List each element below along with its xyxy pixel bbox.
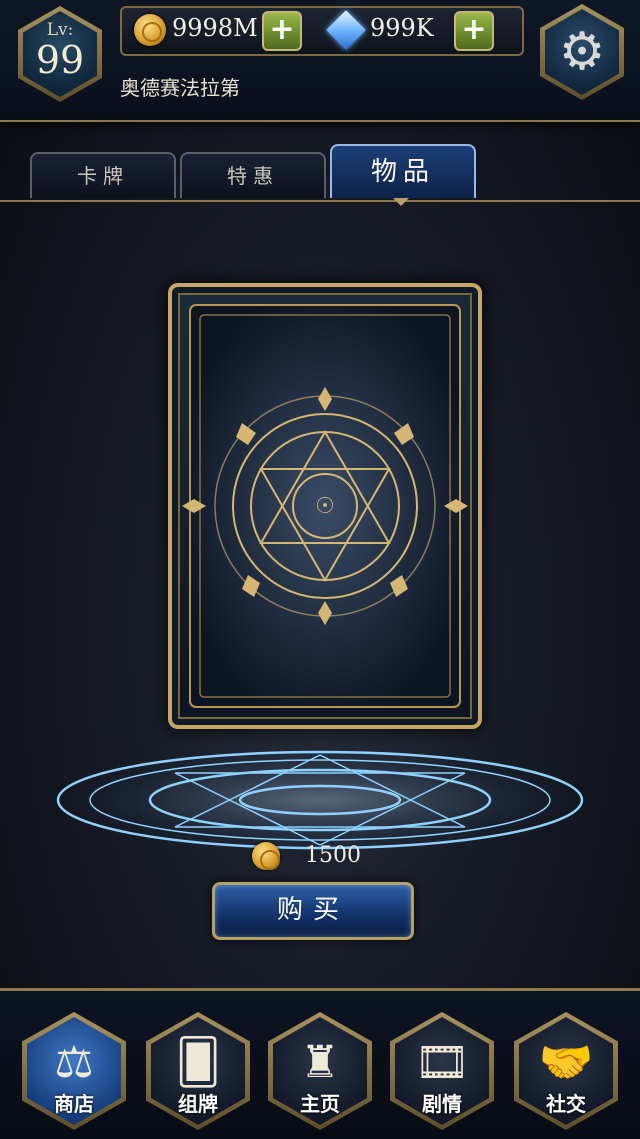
currency-bar: 9998M + 999K + xyxy=(120,6,524,56)
nav-label: 社交 xyxy=(546,1092,586,1116)
nav-home[interactable]: ♜ 主页 xyxy=(268,1012,372,1130)
gold-amount: 9998M xyxy=(172,14,258,42)
gear-icon: ⚙ xyxy=(558,22,606,82)
top-bar: Lv: 99 9998M + 999K + 奥德赛法拉第 ⚙ xyxy=(0,0,640,122)
player-name: 奥德赛法拉第 xyxy=(120,76,240,100)
nav-label: 商店 xyxy=(54,1092,94,1116)
nav-label: 主页 xyxy=(300,1092,340,1116)
price-coin-icon xyxy=(252,842,280,870)
tab-offers[interactable]: 特惠 xyxy=(180,152,326,198)
add-gems-button[interactable]: + xyxy=(454,11,494,51)
handshake-icon: 🤝 xyxy=(538,1037,594,1088)
gem-icon xyxy=(326,10,366,50)
gem-amount: 999K xyxy=(370,14,434,42)
nav-social[interactable]: 🤝 社交 xyxy=(514,1012,618,1130)
scales-icon: ⚖ xyxy=(54,1037,94,1088)
level-label: Lv: xyxy=(46,20,74,40)
card-back-art: ☉ xyxy=(182,304,468,708)
nav-story[interactable]: 🎞 剧情 xyxy=(390,1012,494,1130)
buy-button[interactable]: 购买 xyxy=(212,882,414,940)
player-level-badge[interactable]: Lv: 99 xyxy=(18,6,102,102)
nav-shop[interactable]: ⚖ 商店 xyxy=(22,1012,126,1130)
film-icon: 🎞 xyxy=(414,1037,470,1088)
nav-label: 组牌 xyxy=(178,1092,218,1116)
svg-text:☉: ☉ xyxy=(315,494,335,519)
castle-icon: ♜ xyxy=(300,1037,340,1088)
add-gold-button[interactable]: + xyxy=(262,11,302,51)
item-price: 1500 xyxy=(305,843,361,868)
tab-cards[interactable]: 卡牌 xyxy=(30,152,176,198)
summon-circle xyxy=(48,748,592,852)
level-value: 99 xyxy=(35,38,85,82)
settings-button[interactable]: ⚙ xyxy=(540,4,624,100)
item-card[interactable]: ☉ xyxy=(168,283,482,729)
gold-coin-icon xyxy=(134,14,166,46)
tab-items[interactable]: 物品 xyxy=(330,144,476,198)
nav-deck[interactable]: 🂠 组牌 xyxy=(146,1012,250,1130)
cards-icon: 🂠 xyxy=(175,1037,221,1088)
nav-label: 剧情 xyxy=(422,1092,462,1116)
shop-tabs: 卡牌 特惠 物品 xyxy=(0,140,640,202)
active-tab-pointer xyxy=(393,198,409,206)
